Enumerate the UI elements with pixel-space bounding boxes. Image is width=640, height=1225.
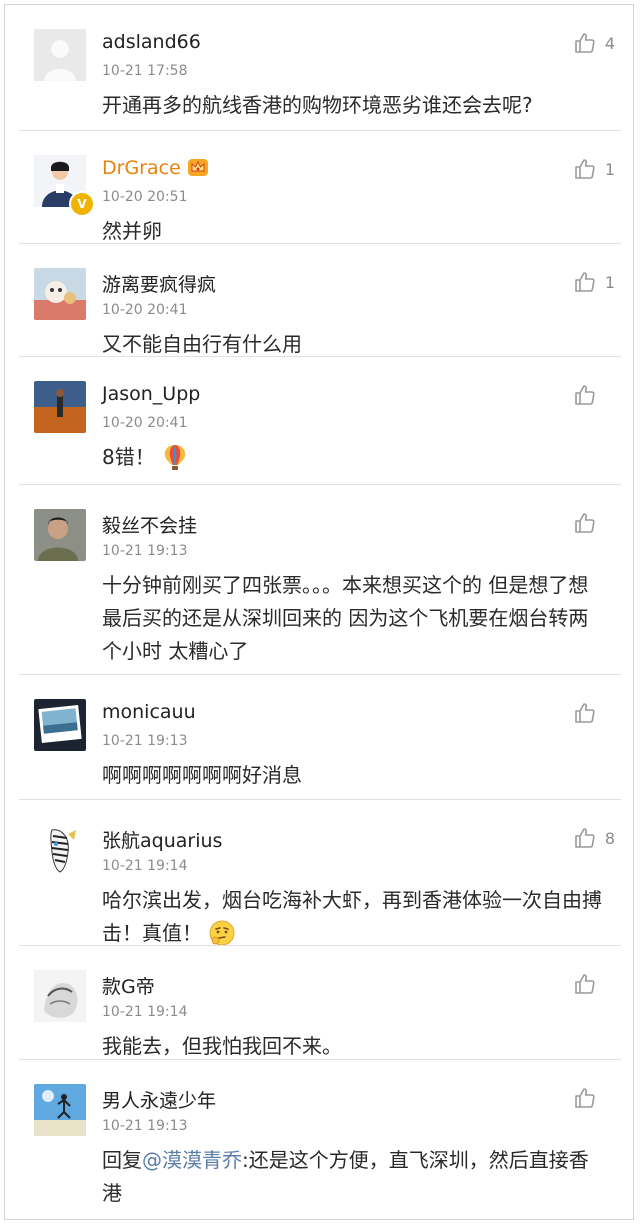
like-count: 8: [604, 828, 615, 848]
man-portrait-avatar-icon[interactable]: [34, 509, 86, 561]
hot-air-balloon-emoji: [164, 445, 185, 470]
like-count: 1: [604, 159, 615, 179]
username[interactable]: 游离要疯得疯: [102, 270, 216, 297]
comment-item: 款G帝 10-21 19:14 我能去，但我怕我回不来。: [5, 946, 633, 1060]
zebra-avatar-icon[interactable]: [34, 824, 86, 876]
thumbs-up-icon: [575, 272, 595, 292]
username[interactable]: 张航aquarius: [102, 826, 222, 853]
username[interactable]: DrGrace: [102, 157, 209, 179]
comment-item: 张航aquarius 10-21 19:14 哈尔滨出发，烟台吃海补大虾，再到香…: [5, 800, 633, 946]
comment-item: V DrGrace 10-20 20:51 然并卵 1: [5, 131, 633, 244]
timestamp: 10-21 19:14: [102, 858, 188, 874]
username[interactable]: 毅丝不会挂: [102, 511, 197, 538]
comment-item: 男人永遠少年 10-21 19:13 回复@漠漠青乔:还是这个方便，直飞深圳，然…: [5, 1060, 633, 1219]
thumbs-up-icon: [575, 33, 595, 53]
username-text: DrGrace: [102, 157, 181, 179]
beach-person-avatar-icon[interactable]: [34, 381, 86, 433]
username[interactable]: adsland66: [102, 31, 201, 53]
comment-item: 毅丝不会挂 10-21 19:13 十分钟前刚买了四张票。。。本来想买这个的 但…: [5, 485, 633, 675]
comment-item: monicauu 10-21 19:13 啊啊啊啊啊啊啊好消息: [5, 675, 633, 800]
default-avatar-icon[interactable]: [34, 29, 86, 81]
like-count: 4: [604, 33, 615, 53]
comment-text: 开通再多的航线香港的购物环境恶劣谁还会去呢?: [102, 93, 533, 117]
like-button[interactable]: [573, 509, 615, 537]
timestamp: 10-21 19:13: [102, 1118, 188, 1134]
like-button[interactable]: 1: [573, 268, 615, 296]
like-button[interactable]: 1: [573, 155, 615, 183]
sketch-avatar-icon[interactable]: [34, 970, 86, 1022]
polaroid-sea-avatar-icon[interactable]: [34, 699, 86, 751]
comment-list: adsland66 10-21 17:58 开通再多的航线香港的购物环境恶劣谁还…: [4, 4, 634, 1220]
mention-link[interactable]: @漠漠青乔: [142, 1148, 242, 1172]
timestamp: 10-21 19:13: [102, 543, 188, 559]
username[interactable]: monicauu: [102, 701, 196, 723]
comment-item: adsland66 10-21 17:58 开通再多的航线香港的购物环境恶劣谁还…: [5, 5, 633, 131]
username[interactable]: Jason_Upp: [102, 383, 200, 405]
thinking-face-emoji: [209, 920, 235, 946]
comment-text: 我能去，但我怕我回不来。: [102, 1034, 342, 1058]
thumbs-up-icon: [575, 385, 595, 405]
thumbs-up-icon: [575, 974, 595, 994]
thumbs-up-icon: [575, 159, 595, 179]
like-count: 1: [604, 272, 615, 292]
cartoon-avatar-icon[interactable]: [34, 268, 86, 320]
comment-text-content: 哈尔滨出发，烟台吃海补大虾，再到香港体验一次自由搏击！真值！: [102, 888, 602, 945]
username[interactable]: 款G帝: [102, 972, 155, 999]
timestamp: 10-20 20:41: [102, 415, 188, 431]
timestamp: 10-21 19:14: [102, 1004, 188, 1020]
like-button[interactable]: [573, 1084, 615, 1112]
sky-jump-avatar-icon[interactable]: [34, 1084, 86, 1136]
thumbs-up-icon: [575, 1088, 595, 1108]
like-button[interactable]: 8: [573, 824, 615, 852]
like-button[interactable]: 4: [573, 29, 615, 57]
comment-text-content: 8错！: [102, 445, 155, 469]
thumbs-up-icon: [575, 513, 595, 533]
timestamp: 10-20 20:51: [102, 189, 188, 205]
like-button[interactable]: [573, 970, 615, 998]
verified-badge-icon: V: [69, 191, 95, 217]
reply-prefix: 回复: [102, 1148, 142, 1172]
timestamp: 10-21 19:13: [102, 733, 188, 749]
thumbs-up-icon: [575, 828, 595, 848]
timestamp: 10-21 17:58: [102, 63, 188, 79]
like-button[interactable]: [573, 699, 615, 727]
timestamp: 10-20 20:41: [102, 302, 188, 318]
comment-text: 哈尔滨出发，烟台吃海补大虾，再到香港体验一次自由搏击！真值！: [102, 884, 608, 950]
comment-item: Jason_Upp 10-20 20:41 8错！: [5, 357, 633, 485]
like-button[interactable]: [573, 381, 615, 409]
comment-text: 啊啊啊啊啊啊啊好消息: [102, 763, 302, 787]
comment-text: 8错！: [102, 441, 608, 474]
comment-text: 十分钟前刚买了四张票。。。本来想买这个的 但是想了想最后买的还是从深圳回来的 因…: [102, 573, 589, 663]
comment-text: 回复@漠漠青乔:还是这个方便，直飞深圳，然后直接香港: [102, 1144, 608, 1210]
crown-badge-icon: [187, 159, 208, 176]
thumbs-up-icon: [575, 703, 595, 723]
comment-item: 游离要疯得疯 10-20 20:41 又不能自由行有什么用 1: [5, 244, 633, 357]
username[interactable]: 男人永遠少年: [102, 1086, 216, 1113]
